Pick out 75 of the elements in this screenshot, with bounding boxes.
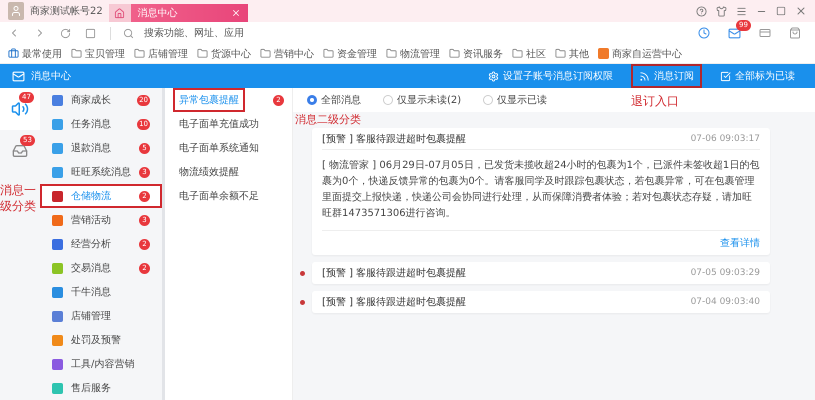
radio-icon[interactable] xyxy=(483,95,494,105)
speaker-icon xyxy=(11,100,29,118)
radio-icon[interactable] xyxy=(307,95,317,105)
folder-icon xyxy=(555,48,566,59)
briefcase-icon xyxy=(8,48,19,59)
person-icon xyxy=(10,5,22,17)
folder-icon xyxy=(386,48,397,59)
category-item[interactable]: 售后服务 xyxy=(40,376,162,400)
checkbox-icon xyxy=(720,70,731,82)
search-field[interactable]: 搜索功能、网址、应用 xyxy=(142,26,342,40)
message-card[interactable]: [预警 ] 客服待跟进超时包裹提醒 07-04 09:03:40 xyxy=(312,291,770,313)
settings-icon xyxy=(488,70,499,82)
message-time: 07-04 09:03:40 xyxy=(690,297,760,307)
bookmark-link[interactable]: 资金管理 xyxy=(323,46,377,60)
mail-icon xyxy=(12,70,25,82)
account-name: 商家测试帐号22 xyxy=(30,4,103,18)
folder-icon xyxy=(260,48,271,59)
category-item[interactable]: 千牛消息 xyxy=(40,280,162,304)
message-title: [预警 ] 客服待跟进超时包裹提醒 xyxy=(322,132,466,146)
folder-icon xyxy=(323,48,334,59)
home-tab[interactable] xyxy=(108,4,131,22)
home-icon xyxy=(114,8,126,18)
message-card[interactable]: [预警 ] 客服待跟进超时包裹提醒 07-06 09:03:17 [ 物流管家 ] 06月29日-07月05日，已发货未揽收超24小时的包裹为1个，已派件未签收超1日的包裹为0个，快递反馈异常的包裹为0个。请客服同学及时跟踪包裹状态，若包裹异常，可在包裹管理里面提交上报快递，快递公司会协同进行处理，从而保障消费者体验；若对包裹状态存疑，请加旺旺群1473571306进行咨询。 查看详情 xyxy=(312,128,770,255)
message-title: [预警 ] 客服待跟进超时包裹提醒 xyxy=(322,266,466,280)
bookmark-link[interactable]: 最常使用 xyxy=(8,46,62,60)
bookmark-link[interactable]: 营销中心 xyxy=(260,46,314,60)
subcategory-item[interactable]: 电子面单充值成功 xyxy=(165,112,292,136)
help-icon[interactable] xyxy=(696,6,707,16)
message-body: [ 物流管家 ] 06月29日-07月05日，已发货未揽收超24小时的包裹为1个，已派件未签收超1日的包裹为0个，快递反馈异常的包裹为0个。请客服同学及时跟踪包裹状态，若包裹异常，可在包裹管理里面提交上报快递，快递公司会协同进行处理，从而保障消费者体验；若对包裹状态存疑，请加旺旺群1473571306进行咨询。 xyxy=(322,150,760,231)
folder-icon xyxy=(71,48,82,59)
bookmark-link[interactable]: 货源中心 xyxy=(197,46,251,60)
menu-icon[interactable] xyxy=(736,6,747,16)
filter-radio[interactable]: 全部消息 xyxy=(307,93,361,107)
shirt-icon[interactable] xyxy=(716,6,727,16)
bookmark-link[interactable]: 店铺管理 xyxy=(134,46,188,60)
rss-icon xyxy=(639,70,650,82)
message-time: 07-05 09:03:29 xyxy=(690,268,760,278)
filter-radio[interactable]: 仅显示已读 xyxy=(483,93,548,107)
folder-icon xyxy=(512,48,523,59)
category-item[interactable]: 工具/内容营销 xyxy=(40,352,162,376)
annotation-text: 退订入口 xyxy=(631,93,679,110)
message-card[interactable]: [预警 ] 客服待跟进超时包裹提醒 07-05 09:03:29 xyxy=(312,262,770,284)
close-icon[interactable] xyxy=(230,8,241,18)
card-icon[interactable] xyxy=(759,27,771,39)
bookmark-link[interactable]: 资讯服务 xyxy=(449,46,503,60)
maximize-icon[interactable] xyxy=(776,6,786,16)
bookmark-link[interactable]: 商家自运营中心 xyxy=(598,46,682,60)
radio-icon[interactable] xyxy=(383,95,393,105)
subcategory-item[interactable]: 物流绩效提醒 xyxy=(165,160,292,184)
search-icon xyxy=(123,28,134,38)
folder-icon xyxy=(134,48,145,59)
close-icon[interactable] xyxy=(795,5,807,17)
inbox-icon xyxy=(12,143,28,159)
avatar[interactable] xyxy=(8,2,24,20)
folder-icon xyxy=(449,48,460,59)
filter-radio[interactable]: 仅显示未读(2) xyxy=(383,93,462,107)
bookmark-link[interactable]: 社区 xyxy=(512,46,546,60)
app-icon xyxy=(598,48,609,59)
category-item[interactable]: 店铺管理 xyxy=(40,304,162,328)
message-title: [预警 ] 客服待跟进超时包裹提醒 xyxy=(322,296,466,309)
annotation-text: 消息一级分类 xyxy=(0,182,37,214)
message-time: 07-06 09:03:17 xyxy=(690,134,760,144)
refresh-icon[interactable] xyxy=(60,28,71,38)
category-item[interactable]: 处罚及预警 xyxy=(40,328,162,352)
clock-icon[interactable] xyxy=(698,27,710,39)
subcategory-item[interactable]: 电子面单余额不足 xyxy=(165,184,292,208)
page-title: 消息中心 xyxy=(31,70,71,83)
bookmark-link[interactable]: 宝贝管理 xyxy=(71,46,125,60)
annotation-text: 消息二级分类 xyxy=(295,112,361,127)
mail-icon[interactable] xyxy=(728,26,741,40)
bookmark-link[interactable]: 物流管理 xyxy=(386,46,440,60)
folder-icon xyxy=(197,48,208,59)
bag-icon[interactable] xyxy=(789,27,801,39)
subcategory-item[interactable]: 电子面单系统通知 xyxy=(165,136,292,160)
bookmark-link[interactable]: 其他 xyxy=(555,46,589,60)
